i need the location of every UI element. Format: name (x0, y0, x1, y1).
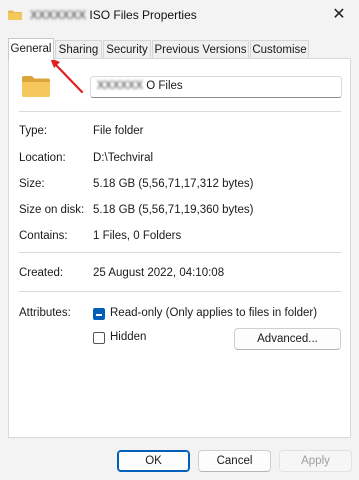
read-only-label[interactable]: Read-only (Only applies to files in fold… (110, 307, 317, 319)
created-label: Created: (19, 267, 64, 279)
location-label: Location: (19, 152, 66, 164)
title-text: ISO Files Properties (89, 8, 197, 22)
attributes-label: Attributes: (19, 307, 71, 319)
divider (19, 291, 341, 292)
folder-name-field[interactable]: XXXXXX O Files (90, 76, 342, 98)
size-label: Size: (19, 178, 45, 190)
tab-sharing[interactable]: Sharing (55, 40, 102, 59)
location-value: D:\Techviral (93, 152, 154, 164)
general-panel: XXXXXX O Files Type: File folder Locatio… (8, 58, 351, 438)
cancel-button[interactable]: Cancel (198, 450, 271, 472)
size-value: 5.18 GB (5,56,71,17,312 bytes) (93, 178, 254, 190)
tab-previous-versions[interactable]: Previous Versions (152, 40, 249, 59)
tab-security[interactable]: Security (103, 40, 151, 59)
properties-dialog: XXXXXXX ISO Files Properties ✕ General S… (0, 0, 359, 480)
title-bar: XXXXXXX ISO Files Properties ✕ (0, 0, 359, 32)
divider (19, 111, 341, 112)
read-only-checkbox[interactable] (93, 308, 105, 320)
type-value: File folder (93, 125, 144, 137)
apply-button: Apply (279, 450, 352, 472)
size-on-disk-value: 5.18 GB (5,56,71,19,360 bytes) (93, 204, 254, 216)
contains-label: Contains: (19, 230, 68, 242)
window-title: XXXXXXX ISO Files Properties (30, 8, 197, 22)
name-redacted: XXXXXX (97, 80, 144, 92)
divider (19, 252, 341, 253)
close-icon[interactable]: ✕ (327, 4, 351, 26)
created-value: 25 August 2022, 04:10:08 (93, 267, 225, 279)
hidden-label[interactable]: Hidden (110, 331, 146, 343)
tab-general[interactable]: General (8, 38, 54, 60)
advanced-button[interactable]: Advanced... (234, 328, 341, 350)
type-label: Type: (19, 125, 48, 137)
tab-customise[interactable]: Customise (250, 40, 309, 59)
folder-icon (8, 10, 22, 20)
contains-value: 1 Files, 0 Folders (93, 230, 182, 242)
ok-button[interactable]: OK (117, 450, 190, 472)
folder-name-text: O Files (146, 80, 183, 92)
title-redacted: XXXXXXX (30, 8, 87, 22)
folder-icon (22, 76, 50, 97)
size-on-disk-label: Size on disk: (19, 204, 85, 216)
hidden-checkbox[interactable] (93, 332, 105, 344)
